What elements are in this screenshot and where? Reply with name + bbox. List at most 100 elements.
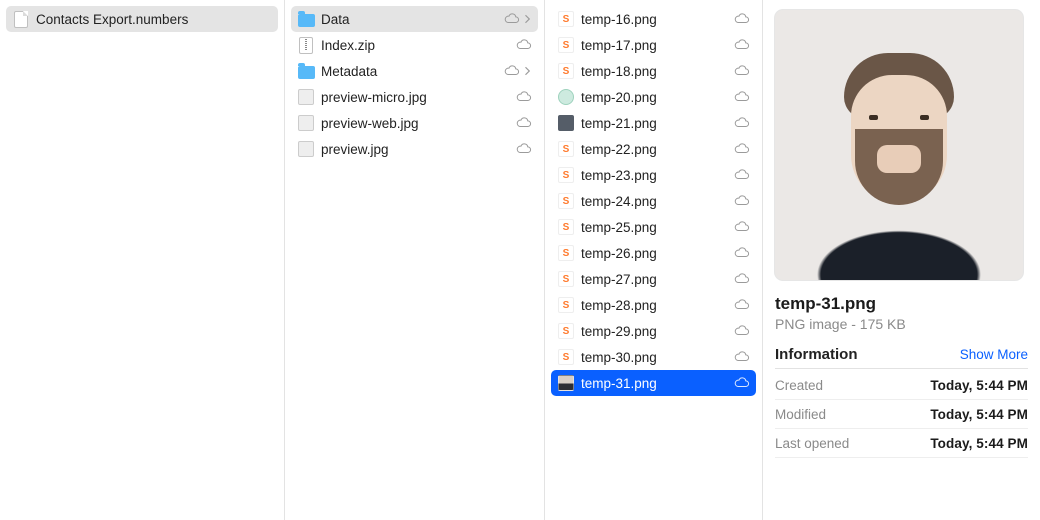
cloud-status-icon bbox=[732, 117, 750, 129]
preview-filename: temp-31.png bbox=[775, 294, 1028, 314]
cloud-status-icon bbox=[732, 65, 750, 77]
file-row[interactable]: Index.zip bbox=[291, 32, 538, 58]
file-row[interactable]: Stemp-24.png bbox=[551, 188, 756, 214]
preview-thumbnail[interactable] bbox=[775, 10, 1023, 280]
file-row[interactable]: Stemp-16.png bbox=[551, 6, 756, 32]
file-name: preview-micro.jpg bbox=[321, 90, 514, 105]
cloud-status-icon bbox=[732, 169, 750, 181]
thumbnail-icon bbox=[557, 374, 575, 392]
thumbnail-icon bbox=[557, 88, 575, 106]
info-key: Last opened bbox=[775, 436, 849, 451]
file-name: temp-22.png bbox=[581, 142, 732, 157]
cloud-status-icon bbox=[732, 299, 750, 311]
cloud-status-icon bbox=[502, 65, 520, 77]
thumbnail-icon: S bbox=[557, 218, 575, 236]
thumbnail-icon: S bbox=[557, 10, 575, 28]
thumbnail-icon: S bbox=[557, 192, 575, 210]
preview-subtitle: PNG image - 175 KB bbox=[775, 316, 1028, 332]
file-name: temp-24.png bbox=[581, 194, 732, 209]
file-row[interactable]: Stemp-25.png bbox=[551, 214, 756, 240]
file-row[interactable]: Stemp-17.png bbox=[551, 32, 756, 58]
cloud-status-icon bbox=[732, 351, 750, 363]
file-row[interactable]: Stemp-26.png bbox=[551, 240, 756, 266]
info-value: Today, 5:44 PM bbox=[930, 378, 1028, 393]
file-name: temp-25.png bbox=[581, 220, 732, 235]
file-name: temp-27.png bbox=[581, 272, 732, 287]
file-row[interactable]: Stemp-29.png bbox=[551, 318, 756, 344]
file-row[interactable]: preview.jpg bbox=[291, 136, 538, 162]
file-name: temp-21.png bbox=[581, 116, 732, 131]
file-row[interactable]: Stemp-23.png bbox=[551, 162, 756, 188]
cloud-status-icon bbox=[514, 39, 532, 51]
file-row[interactable]: Stemp-27.png bbox=[551, 266, 756, 292]
file-name: Contacts Export.numbers bbox=[36, 12, 272, 27]
info-value: Today, 5:44 PM bbox=[930, 436, 1028, 451]
file-name: temp-16.png bbox=[581, 12, 732, 27]
zip-icon bbox=[297, 36, 315, 54]
file-row[interactable]: Data bbox=[291, 6, 538, 32]
info-header: Information bbox=[775, 346, 858, 363]
file-name: temp-23.png bbox=[581, 168, 732, 183]
file-name: preview.jpg bbox=[321, 142, 514, 157]
file-row[interactable]: preview-web.jpg bbox=[291, 110, 538, 136]
thumbnail-icon: S bbox=[557, 36, 575, 54]
file-name: temp-28.png bbox=[581, 298, 732, 313]
file-name: temp-18.png bbox=[581, 64, 732, 79]
info-row: Last opened Today, 5:44 PM bbox=[775, 429, 1028, 458]
cloud-status-icon bbox=[514, 91, 532, 103]
chevron-right-icon bbox=[522, 66, 532, 76]
file-name: Index.zip bbox=[321, 38, 514, 53]
info-key: Modified bbox=[775, 407, 826, 422]
file-row[interactable]: preview-micro.jpg bbox=[291, 84, 538, 110]
image-icon bbox=[297, 114, 315, 132]
cloud-status-icon bbox=[502, 13, 520, 25]
thumbnail-icon: S bbox=[557, 270, 575, 288]
file-name: temp-29.png bbox=[581, 324, 732, 339]
file-name: Metadata bbox=[321, 64, 502, 79]
thumbnail-icon: S bbox=[557, 322, 575, 340]
file-row[interactable]: temp-21.png bbox=[551, 110, 756, 136]
thumbnail-icon bbox=[557, 114, 575, 132]
info-row: Created Today, 5:44 PM bbox=[775, 371, 1028, 400]
show-more-link[interactable]: Show More bbox=[960, 347, 1028, 362]
cloud-status-icon bbox=[732, 325, 750, 337]
file-row[interactable]: Stemp-22.png bbox=[551, 136, 756, 162]
document-icon bbox=[12, 10, 30, 28]
image-icon bbox=[297, 140, 315, 158]
info-key: Created bbox=[775, 378, 823, 393]
thumbnail-icon: S bbox=[557, 244, 575, 262]
file-row[interactable]: Stemp-18.png bbox=[551, 58, 756, 84]
cloud-status-icon bbox=[732, 91, 750, 103]
cloud-status-icon bbox=[732, 247, 750, 259]
cloud-status-icon bbox=[732, 273, 750, 285]
folder-icon bbox=[297, 62, 315, 80]
file-name: temp-17.png bbox=[581, 38, 732, 53]
cloud-status-icon bbox=[732, 377, 750, 389]
image-icon bbox=[297, 88, 315, 106]
file-row[interactable]: temp-31.png bbox=[551, 370, 756, 396]
thumbnail-icon: S bbox=[557, 296, 575, 314]
column-3[interactable]: Stemp-16.pngStemp-17.pngStemp-18.pngtemp… bbox=[545, 0, 763, 520]
file-name: temp-31.png bbox=[581, 376, 732, 391]
thumbnail-icon: S bbox=[557, 348, 575, 366]
cloud-status-icon bbox=[732, 221, 750, 233]
column-2[interactable]: Data Index.zip Metadata preview-micro.jpg pr… bbox=[285, 0, 545, 520]
file-name: temp-30.png bbox=[581, 350, 732, 365]
cloud-status-icon bbox=[514, 117, 532, 129]
thumbnail-icon: S bbox=[557, 140, 575, 158]
thumbnail-icon: S bbox=[557, 62, 575, 80]
file-row[interactable]: Contacts Export.numbers bbox=[6, 6, 278, 32]
chevron-right-icon bbox=[522, 14, 532, 24]
cloud-status-icon bbox=[732, 143, 750, 155]
file-row[interactable]: Metadata bbox=[291, 58, 538, 84]
file-row[interactable]: temp-20.png bbox=[551, 84, 756, 110]
cloud-status-icon bbox=[732, 39, 750, 51]
cloud-status-icon bbox=[732, 195, 750, 207]
file-name: temp-26.png bbox=[581, 246, 732, 261]
column-1[interactable]: Contacts Export.numbers bbox=[0, 0, 285, 520]
cloud-status-icon bbox=[732, 13, 750, 25]
info-value: Today, 5:44 PM bbox=[930, 407, 1028, 422]
file-row[interactable]: Stemp-28.png bbox=[551, 292, 756, 318]
folder-icon bbox=[297, 10, 315, 28]
file-row[interactable]: Stemp-30.png bbox=[551, 344, 756, 370]
